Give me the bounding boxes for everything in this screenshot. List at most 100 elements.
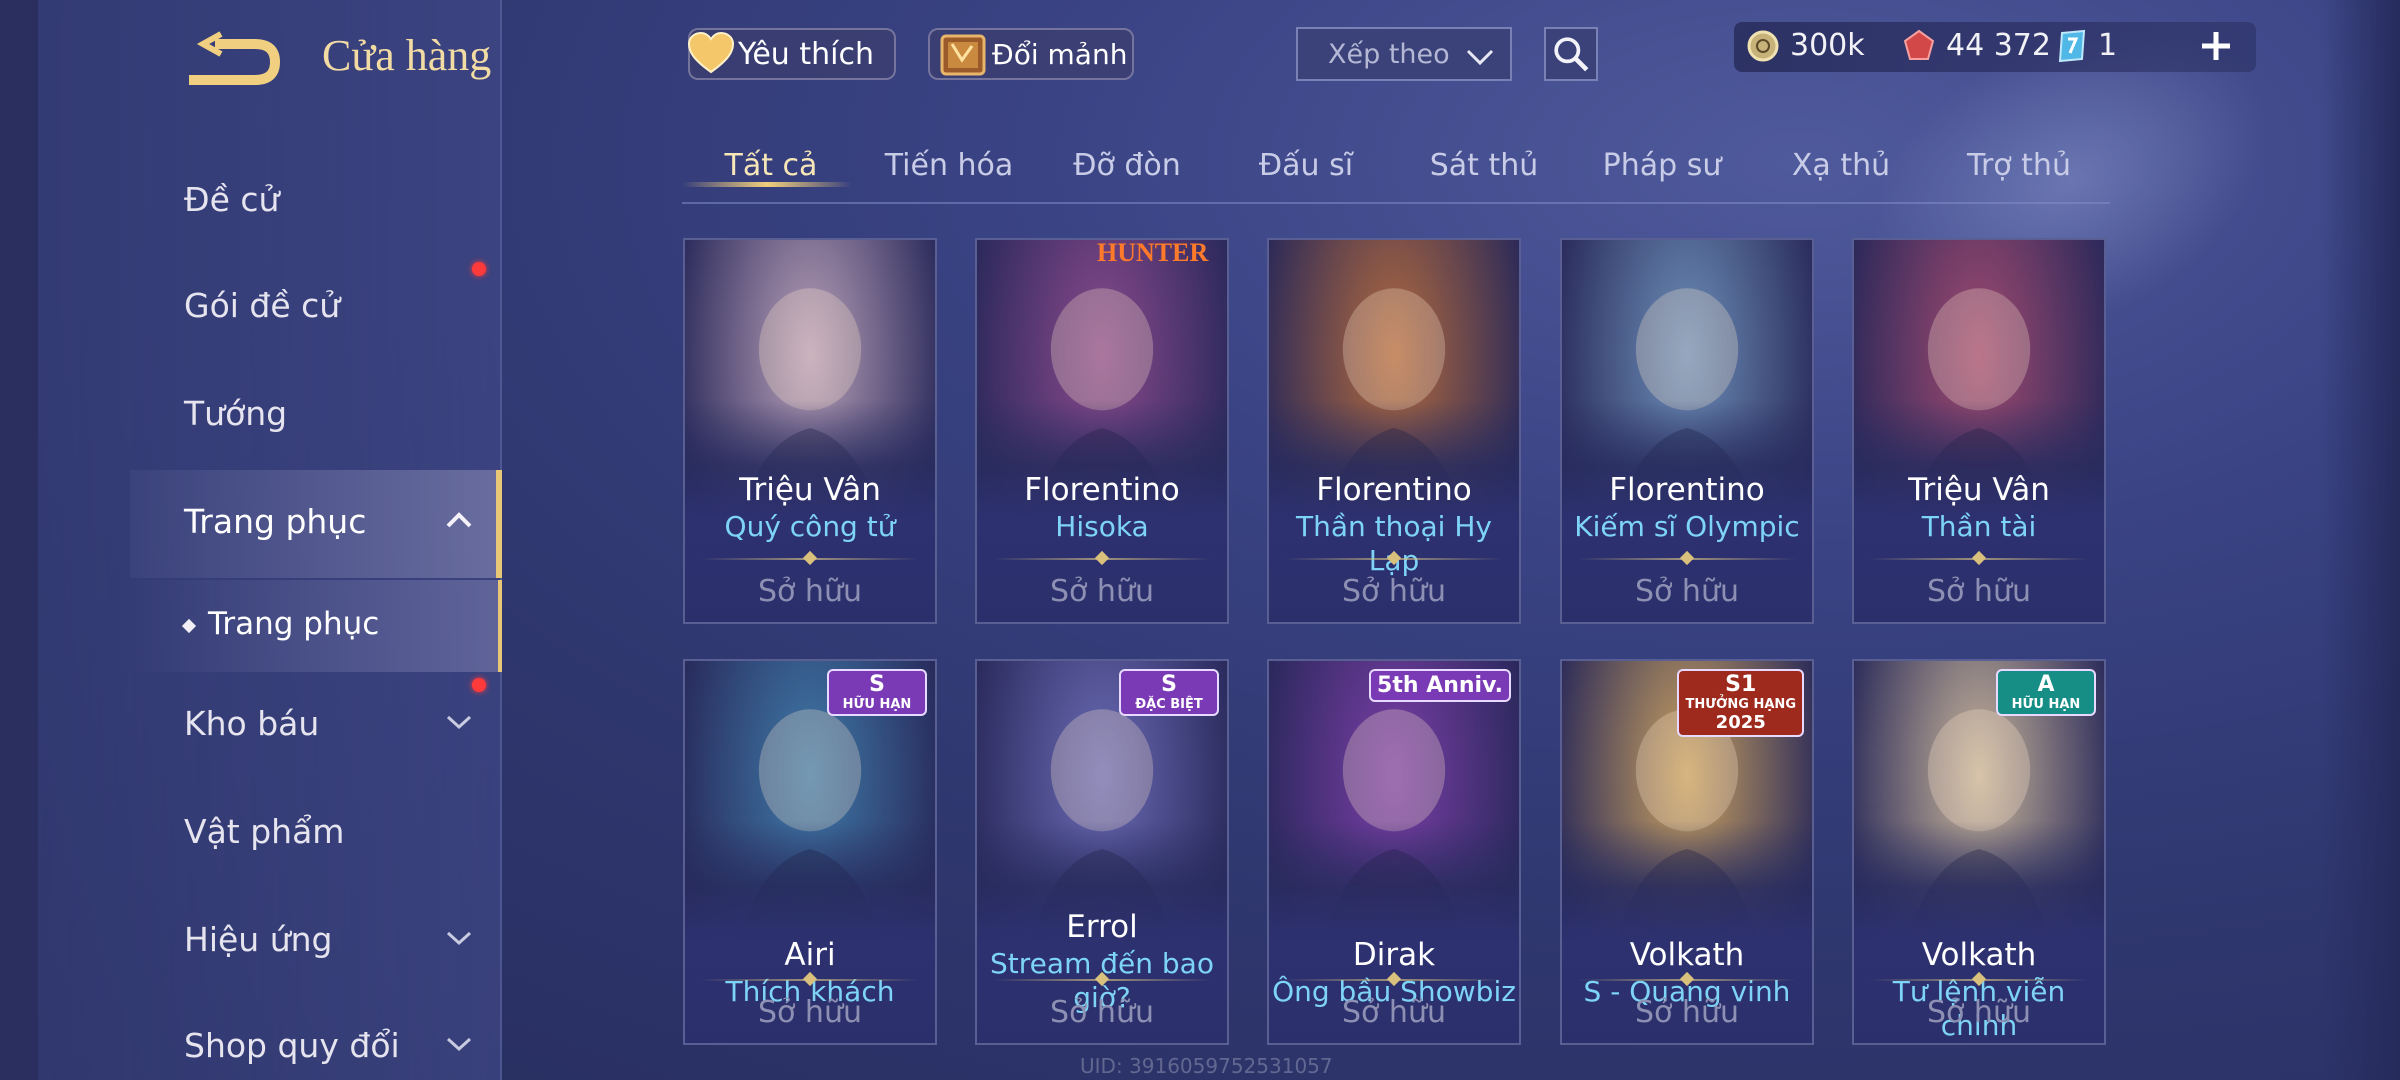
skin-name: Thần thoại Hy Lạp [1296,510,1492,577]
favorites-label: Yêu thích [738,36,874,72]
tab-sat-thu[interactable]: Sát thủ [1395,148,1573,183]
sidebar-item-label: Kho báu [184,704,320,743]
hero-name: Triệu Vân [739,472,881,508]
skin-name: Quý công tử [724,510,896,543]
tab-dau-si[interactable]: Đấu sĩ [1217,148,1395,183]
card-divider [1285,979,1503,981]
owned-status: Sở hữu [1342,574,1446,609]
sidebar-item-de-cu[interactable]: Đề cử [184,180,279,219]
badge-tier: S1 [1725,672,1757,697]
tab-label: Pháp sư [1602,148,1722,183]
left-edge [0,0,38,1080]
owned-status: Sở hữu [1050,574,1154,609]
hero-name: Volkath [1629,937,1745,973]
skin-card[interactable]: Triệu Vân Quý công tử Sở hữu [683,238,937,624]
skin-card[interactable]: Errol Stream đến bao giờ? Sở hữu S ĐẶC BIỆT [975,659,1229,1045]
badge-label: THƯỞNG HẠNG [1685,697,1796,712]
skin-tier-badge: S HỮU HẠN [827,669,927,716]
chevron-down-icon [446,931,472,946]
owned-status: Sở hữu [1635,995,1739,1030]
sidebar-item-vat-pham[interactable]: Vật phẩm [184,812,344,851]
card-divider [1578,979,1796,981]
sidebar-item-label: Tướng [184,394,288,433]
owned-status: Sở hữu [1635,574,1739,609]
sidebar-item-label: Đề cử [184,180,280,219]
card-divider [1578,558,1796,560]
badge-label: 5th Anniv. [1377,673,1503,698]
tab-tro-thu[interactable]: Trợ thủ [1930,148,2108,183]
card-divider [1870,979,2088,981]
plus-icon[interactable] [2198,28,2234,64]
card-divider [701,979,919,981]
card-divider [701,558,919,560]
tab-do-don[interactable]: Đỡ đòn [1038,148,1216,183]
tab-label: Đấu sĩ [1258,148,1354,183]
tab-xa-thu[interactable]: Xạ thủ [1752,148,1930,183]
sidebar-item-tuong[interactable]: Tướng [184,394,287,433]
search-icon[interactable] [1544,27,1598,81]
sidebar-item-shop-quy-doi[interactable]: Shop quy đổi [184,1026,472,1065]
uid-watermark: UID: 3916059752531057 [1080,1054,1333,1078]
owned-status: Sở hữu [1050,995,1154,1030]
owned-status: Sở hữu [758,574,862,609]
skin-card[interactable]: FlorentinoThần thoại Hy LạpSở hữu [1267,238,1521,624]
sort-label: Xếp theo [1328,38,1450,70]
badge-label: ĐẶC BIỆT [1135,697,1203,712]
tab-label: Xạ thủ [1791,148,1891,183]
sidebar-item-label: Hiệu ứng [184,920,333,959]
tab-phap-su[interactable]: Pháp sư [1573,148,1751,183]
badge-tier: A [2037,672,2055,697]
owned-status: Sở hữu [758,995,862,1030]
hero-name: Florentino [1316,472,1472,508]
gold-coin-icon [1747,30,1779,61]
sidebar-item-goi-de-cu[interactable]: Gói đề cử [184,286,340,325]
sidebar-item-trang-phuc[interactable]: Trang phục [184,502,472,541]
skin-tier-badge: S ĐẶC BIỆT [1119,669,1219,716]
skin-name: Thần tài [1921,510,2037,543]
role-tabs: Tất cả Tiến hóa Đỡ đòn Đấu sĩ Sát thủ Ph… [682,138,2110,204]
sort-dropdown[interactable]: Xếp theo [1296,27,1512,81]
skin-card[interactable]: Triệu Vân Thần tài Sở hữu [1852,238,2106,624]
sidebar-item-kho-bau[interactable]: Kho báu [184,704,472,743]
card-divider [1870,558,2088,560]
back-arrow-icon[interactable] [185,30,281,90]
exchange-shards-button[interactable]: Đổi mảnh [928,28,1134,80]
sidebar-item-label: Vật phẩm [184,812,345,851]
sidebar-item-hieu-ung[interactable]: Hiệu ứng [184,920,472,959]
card-divider [1285,558,1503,560]
tab-tat-ca[interactable]: Tất cả [682,148,860,187]
ticket-icon [2058,29,2086,62]
hero-name: Triệu Vân [1908,472,2050,508]
hero-name: Volkath [1921,937,2037,973]
skin-name: Kiếm sĩ Olympic [1574,510,1800,543]
skin-card[interactable]: Florentino Kiếm sĩ Olympic Sở hữu [1560,238,1814,624]
hero-name: Dirak [1352,937,1436,973]
ticket-amount: 1 [2098,28,2118,63]
skin-card[interactable]: Florentino Hisoka Sở hữu HUNTER [975,238,1229,624]
owned-status: Sở hữu [1342,995,1446,1030]
skin-card[interactable]: Volkath Tư lệnh viễn chinh Sở hữu A HỮU HẠN [1852,659,2106,1045]
tab-tien-hoa[interactable]: Tiến hóa [860,148,1038,183]
sidebar-item-label: Trang phục [184,502,367,541]
card-divider [993,558,1211,560]
skin-card[interactable]: Dirak Ông bầu Showbiz Sở hữu 5th Anniv. [1267,659,1521,1045]
right-edge [2320,0,2400,1080]
skin-card[interactable]: Volkath S - Quang vinh Sở hữu S1 THƯỞNG HẠNG… [1560,659,1814,1045]
heart-icon [687,32,735,74]
card-divider [993,979,1211,981]
sidebar-subitem-trang-phuc[interactable]: Trang phục [181,606,379,642]
ruby-gem-icon [1903,29,1935,60]
hero-name: Errol [1066,909,1138,945]
skin-name: Hisoka [1055,510,1149,543]
sidebar-item-label: Shop quy đổi [184,1026,400,1065]
badge-label: HỮU HẠN [2011,697,2081,712]
notification-dot [472,262,486,276]
chevron-down-icon [446,715,472,730]
badge-tier: S [869,672,885,697]
page-title: Cửa hàng [322,31,492,80]
exchange-label: Đổi mảnh [992,37,1128,71]
favorites-button[interactable]: Yêu thích [687,28,896,80]
hero-name: Florentino [1024,472,1180,508]
chevron-up-icon [446,512,472,528]
skin-card[interactable]: Airi Thích khách Sở hữu S HỮU HẠN [683,659,937,1045]
